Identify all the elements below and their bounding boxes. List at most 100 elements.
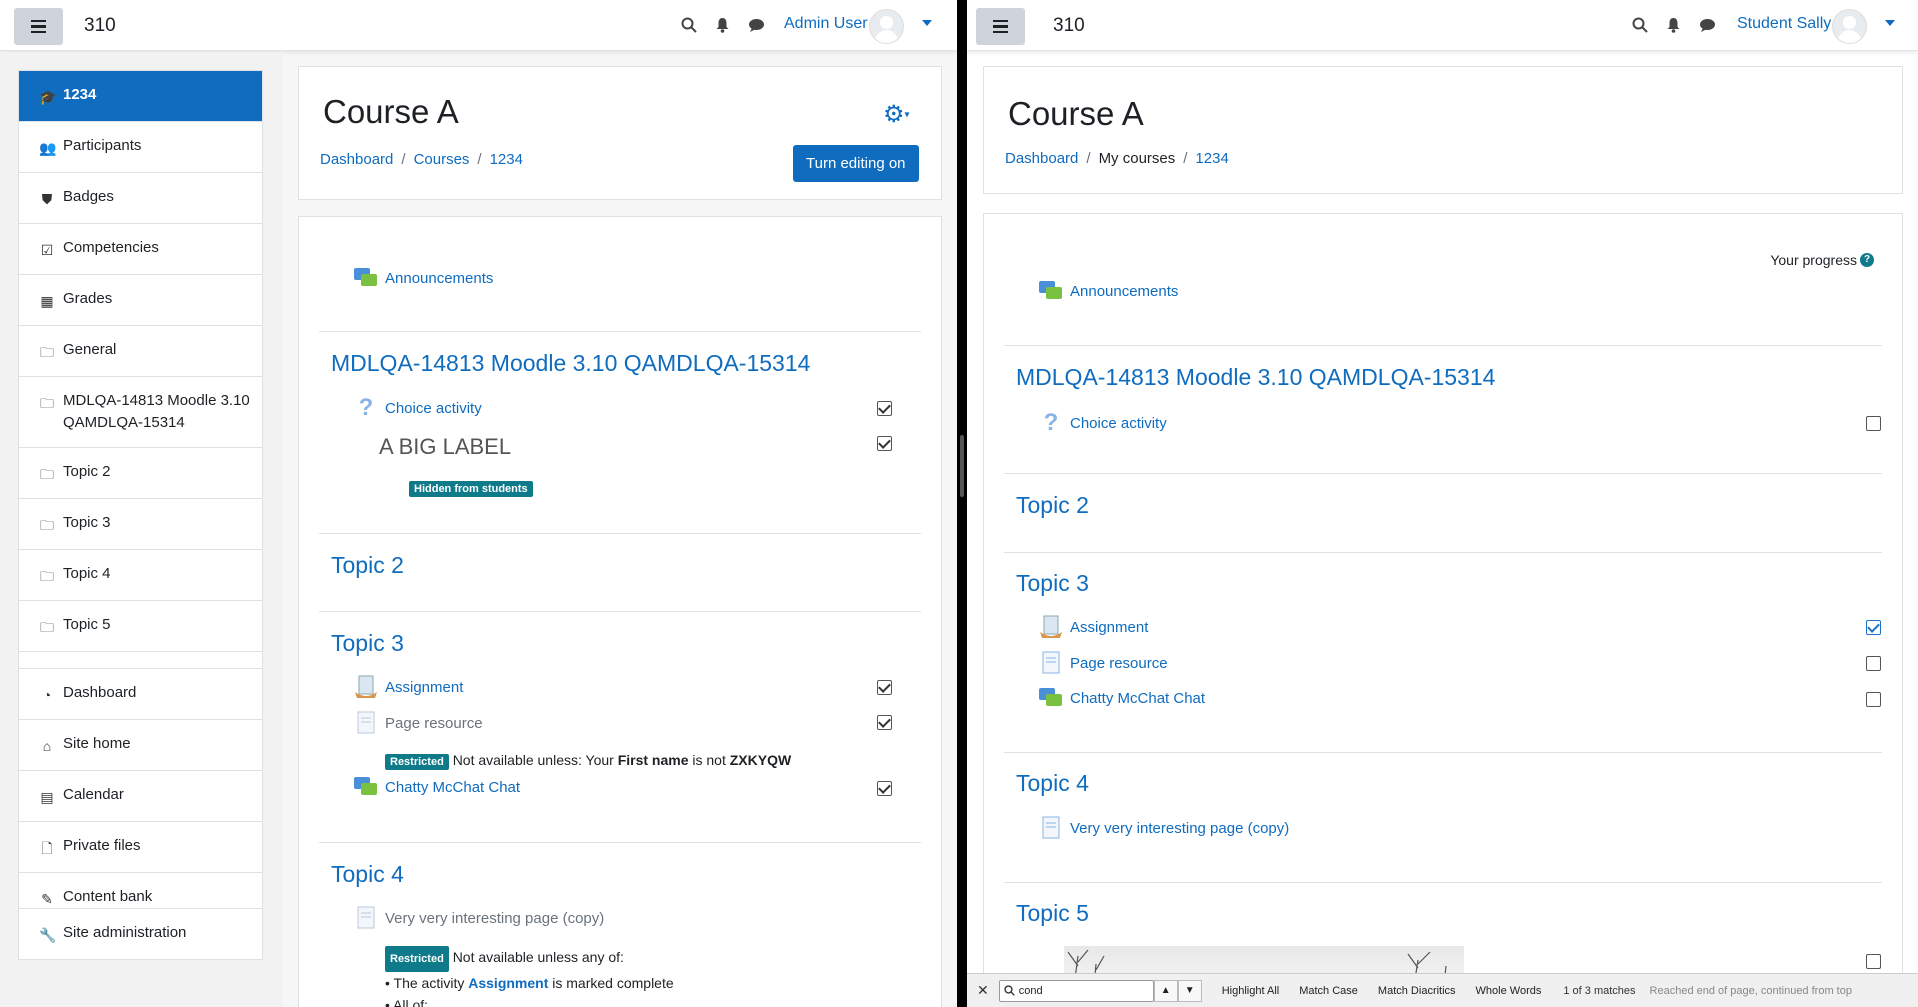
breadcrumb-my-courses[interactable]: My courses — [1099, 150, 1176, 167]
find-next-button[interactable]: ▼ — [1177, 979, 1202, 1002]
split-view-handle[interactable] — [960, 435, 964, 497]
user-avatar[interactable] — [869, 9, 904, 44]
user-menu-name[interactable]: Admin User — [784, 15, 868, 33]
completion-checkbox[interactable] — [1866, 656, 1881, 671]
breadcrumb-course[interactable]: 1234 — [1195, 150, 1228, 167]
close-find-bar-icon[interactable]: ✕ — [977, 982, 989, 999]
sidebar-item-label: Topic 5 — [63, 616, 111, 633]
section-title-mdlqa[interactable]: MDLQA-14813 Moodle 3.10 QAMDLQA-15314 — [331, 350, 810, 377]
chat-link[interactable]: Chatty McChat Chat — [1070, 690, 1205, 707]
sidebar-item-mdlqa-14813-moodle-3-10-qamdlqa-15314[interactable]: 🗀 MDLQA-14813 Moodle 3.10 QAMDLQA-15314 — [19, 377, 262, 448]
sidebar-item-label: Calendar — [63, 786, 124, 803]
completion-checkbox[interactable] — [877, 436, 892, 451]
turn-editing-on-button[interactable]: Turn editing on — [793, 145, 919, 182]
site-name[interactable]: 310 — [1053, 15, 1085, 37]
find-input[interactable]: cond — [998, 979, 1154, 1002]
match-diacritics-toggle[interactable]: Match Diacritics — [1378, 985, 1456, 997]
sidebar-item-topic-2[interactable]: 🗀 Topic 2 — [19, 448, 262, 499]
section-title-topic-4[interactable]: Topic 4 — [1016, 770, 1089, 797]
help-icon[interactable]: ? — [1860, 253, 1874, 267]
sidebar-item-badges[interactable]: ⛊ Badges — [19, 173, 262, 224]
chat-icon[interactable] — [748, 18, 765, 33]
menu-toggle-button[interactable] — [14, 8, 63, 45]
settings-gear-icon[interactable]: ⚙▾ — [883, 103, 910, 128]
course-nav: 🎓 1234 👥 Participants ⛊ Badges ☑ Competencies ▦ G… — [18, 70, 263, 703]
choice-activity-link[interactable]: Choice activity — [385, 400, 482, 417]
user-menu-name[interactable]: Student Sally — [1737, 15, 1831, 33]
announcements-link[interactable]: Announcements — [1070, 283, 1178, 300]
completion-checkbox[interactable] — [1866, 954, 1881, 969]
sidebar-item-competencies[interactable]: ☑ Competencies — [19, 224, 262, 275]
assignment-link[interactable]: Assignment — [1070, 619, 1148, 636]
interesting-page-activity: Very very interesting page (copy) — [353, 905, 604, 931]
hidden-from-students-badge: Hidden from students — [409, 481, 533, 497]
sidebar-item-topic-3[interactable]: 🗀 Topic 3 — [19, 499, 262, 550]
chat-link[interactable]: Chatty McChat Chat — [385, 779, 520, 796]
page-resource-link[interactable]: Page resource — [1070, 655, 1168, 672]
section-divider — [1004, 552, 1882, 553]
breadcrumb-dashboard[interactable]: Dashboard — [1005, 150, 1078, 167]
completion-checkbox[interactable] — [877, 715, 892, 730]
section-title-topic-4[interactable]: Topic 4 — [331, 861, 404, 888]
sidebar-item-general[interactable]: 🗀 General — [19, 326, 262, 377]
course-content: Announcements MDLQA-14813 Moodle 3.10 QA… — [298, 216, 942, 1007]
choice-activity-link[interactable]: Choice activity — [1070, 415, 1167, 432]
sidebar-item-private-files[interactable]: 🗋 Private files — [19, 822, 262, 873]
section-title-mdlqa[interactable]: MDLQA-14813 Moodle 3.10 QAMDLQA-15314 — [1016, 364, 1495, 391]
user-avatar[interactable] — [1832, 9, 1867, 44]
breadcrumb-courses[interactable]: Courses — [414, 151, 470, 168]
chat-icon[interactable] — [1699, 18, 1716, 33]
your-progress: Your progress ? — [1770, 252, 1874, 268]
completion-checkbox[interactable] — [877, 680, 892, 695]
completion-checkbox[interactable] — [877, 781, 892, 796]
restriction-assignment-link[interactable]: Assignment — [468, 975, 548, 991]
sidebar-item-label: Badges — [63, 188, 114, 205]
section-title-topic-2[interactable]: Topic 2 — [1016, 492, 1089, 519]
sidebar-item-1234[interactable]: 🎓 1234 — [19, 71, 262, 122]
highlight-all-toggle[interactable]: Highlight All — [1222, 985, 1279, 997]
menu-toggle-button[interactable] — [976, 8, 1025, 45]
match-case-toggle[interactable]: Match Case — [1299, 985, 1358, 997]
announcements-link[interactable]: Announcements — [385, 270, 493, 287]
sidebar-item-topic-4[interactable]: 🗀 Topic 4 — [19, 550, 262, 601]
completion-checkbox[interactable] — [1866, 620, 1881, 635]
whole-words-toggle[interactable]: Whole Words — [1476, 985, 1542, 997]
breadcrumb-dashboard[interactable]: Dashboard — [320, 151, 393, 168]
graduation-cap-icon: 🎓 — [39, 89, 57, 105]
completion-checkbox[interactable] — [877, 401, 892, 416]
search-icon[interactable] — [681, 17, 697, 33]
brush-icon: ✎ — [41, 891, 53, 907]
sidebar-item-label: Site administration — [63, 924, 187, 941]
course-content: Your progress ? Announcements MDLQA-1481… — [983, 213, 1903, 1007]
sidebar-item-grades[interactable]: ▦ Grades — [19, 275, 262, 326]
interesting-page-link[interactable]: Very very interesting page (copy) — [385, 910, 604, 927]
restricted-badge: Restricted — [385, 946, 449, 972]
section-title-topic-3[interactable]: Topic 3 — [1016, 570, 1089, 597]
bell-icon[interactable] — [715, 17, 730, 33]
completion-checkbox[interactable] — [1866, 692, 1881, 707]
find-previous-button[interactable]: ▲ — [1153, 979, 1178, 1002]
sidebar-item-site-home[interactable]: ⌂ Site home — [19, 720, 262, 771]
section-title-topic-2[interactable]: Topic 2 — [331, 552, 404, 579]
bell-icon[interactable] — [1666, 17, 1681, 33]
forum-icon — [353, 265, 379, 291]
completion-checkbox[interactable] — [1866, 416, 1881, 431]
site-name[interactable]: 310 — [84, 15, 116, 37]
sidebar-item-topic-5[interactable]: 🗀 Topic 5 — [19, 601, 262, 652]
page-resource-link[interactable]: Page resource — [385, 715, 483, 732]
section-title-topic-3[interactable]: Topic 3 — [331, 630, 404, 657]
sidebar-item-site-administration[interactable]: 🔧 Site administration — [19, 909, 262, 959]
sidebar-item-label: Topic 2 — [63, 463, 111, 480]
sidebar-item-dashboard[interactable]: ◔ Dashboard — [19, 669, 262, 720]
sidebar-item-calendar[interactable]: ▤ Calendar — [19, 771, 262, 822]
user-menu-caret-icon[interactable] — [1885, 20, 1895, 26]
assignment-link[interactable]: Assignment — [385, 679, 463, 696]
sidebar-item-participants[interactable]: 👥 Participants — [19, 122, 262, 173]
search-icon[interactable] — [1632, 17, 1648, 33]
big-label: A BIG LABEL — [379, 434, 512, 459]
admin-nav: 🔧 Site administration — [18, 908, 263, 960]
section-title-topic-5[interactable]: Topic 5 — [1016, 900, 1089, 927]
breadcrumb-course[interactable]: 1234 — [490, 151, 523, 168]
user-menu-caret-icon[interactable] — [922, 20, 932, 26]
interesting-page-link[interactable]: Very very interesting page (copy) — [1070, 820, 1289, 837]
